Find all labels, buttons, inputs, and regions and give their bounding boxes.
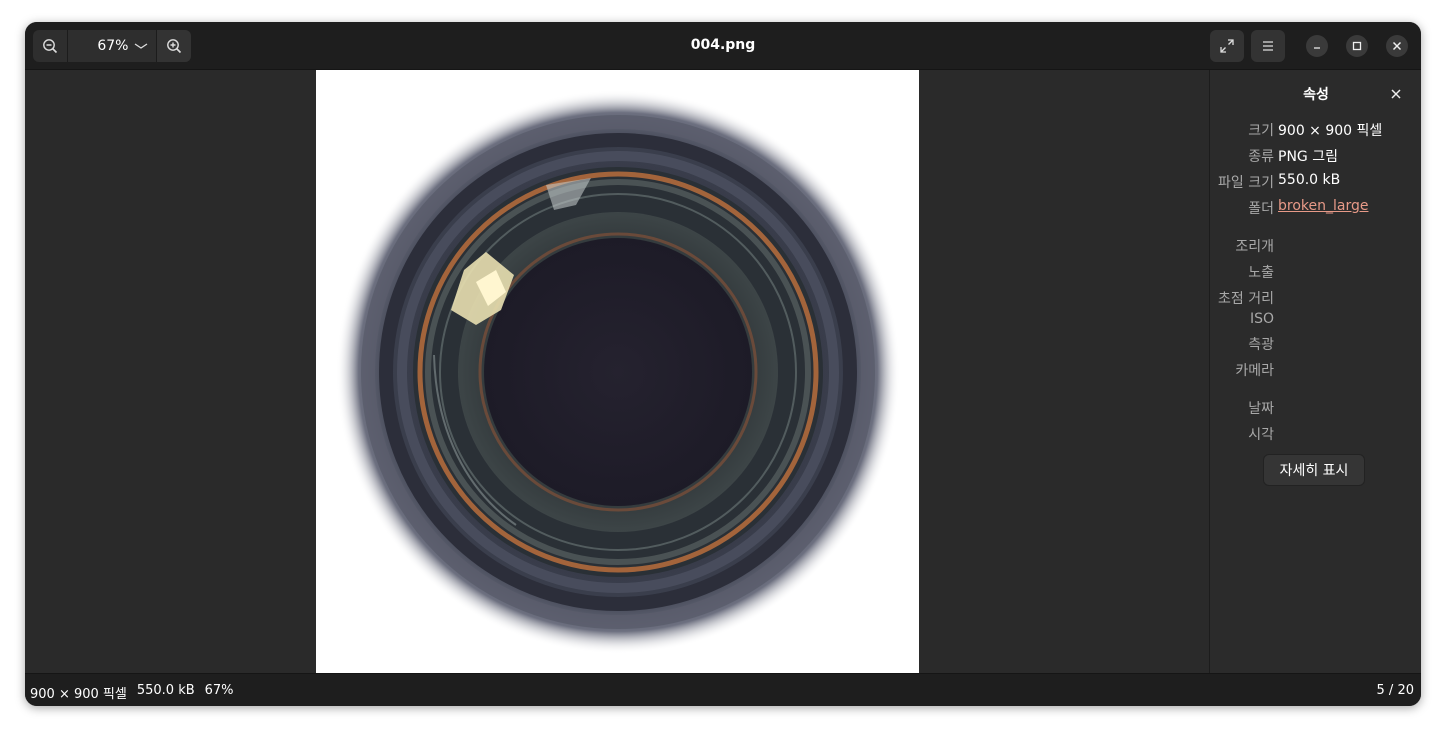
property-key: ISO: [1249, 311, 1274, 327]
status-dimensions: 900 × 900 픽셀: [30, 687, 127, 702]
close-window-button[interactable]: [1386, 35, 1408, 57]
property-row-exposure: 노출: [1210, 262, 1421, 282]
property-row-file-size: 파일 크기 550.0 kB: [1210, 172, 1421, 192]
zoom-level-label: 67%: [97, 38, 129, 54]
property-key: 노출: [1248, 265, 1274, 281]
property-key: 조리개: [1235, 239, 1274, 255]
minimize-icon: [1314, 47, 1320, 49]
property-value: PNG 그림: [1278, 149, 1338, 165]
close-icon: [1391, 89, 1401, 99]
header-bar: 67% 004.png: [25, 22, 1421, 70]
displayed-image: [316, 70, 919, 673]
property-key: 카메라: [1235, 363, 1274, 379]
properties-panel: 속성 크기 900 × 900 픽셀 종류 PNG 그림 파일 크기 550.0…: [1209, 70, 1421, 673]
zoom-controls: 67%: [33, 30, 191, 62]
maximize-button[interactable]: [1346, 35, 1368, 57]
close-icon: [1392, 41, 1402, 51]
zoom-in-button[interactable]: [156, 30, 191, 62]
property-value: 900 × 900 픽셀: [1278, 123, 1383, 139]
bottle-mouth-image: [336, 90, 900, 654]
show-details-button[interactable]: 자세히 표시: [1263, 454, 1365, 486]
property-row-size: 크기 900 × 900 픽셀: [1210, 120, 1421, 140]
property-key: 파일 크기: [1218, 175, 1274, 191]
minimize-button[interactable]: [1306, 35, 1328, 57]
status-zoom: 67%: [204, 683, 234, 698]
fullscreen-icon: [1220, 39, 1234, 53]
property-row-type: 종류 PNG 그림: [1210, 146, 1421, 166]
property-row-iso: ISO: [1210, 311, 1421, 331]
fullscreen-button[interactable]: [1210, 30, 1244, 62]
property-row-focal-length: 초점 거리: [1210, 288, 1421, 308]
chevron-down-icon: [135, 43, 148, 49]
close-properties-button[interactable]: [1386, 84, 1406, 104]
property-row-folder: 폴더 broken_large: [1210, 198, 1421, 218]
status-position: 5 / 20: [1376, 683, 1414, 698]
property-key: 폴더: [1248, 201, 1274, 217]
property-row-metering: 측광: [1210, 334, 1421, 354]
property-key: 측광: [1248, 337, 1274, 353]
property-row-aperture: 조리개: [1210, 236, 1421, 256]
property-key: 초점 거리: [1218, 291, 1274, 307]
folder-link[interactable]: broken_large: [1278, 198, 1368, 214]
zoom-level-dropdown[interactable]: 67%: [68, 30, 157, 62]
main-menu-button[interactable]: [1251, 30, 1285, 62]
status-bar: 900 × 900 픽셀 550.0 kB 67% 5 / 20: [25, 673, 1421, 706]
property-value: 550.0 kB: [1278, 172, 1341, 188]
image-viewport[interactable]: [25, 70, 1209, 673]
image-viewer-window: 67% 004.png 속성 크기 900 × 900 픽셀 종류 PNG 그림…: [25, 22, 1421, 706]
property-row-date: 날짜: [1210, 398, 1421, 418]
zoom-out-button[interactable]: [33, 30, 68, 62]
property-row-camera: 카메라: [1210, 360, 1421, 380]
property-key: 시각: [1248, 427, 1274, 443]
property-key: 종류: [1248, 149, 1274, 165]
zoom-out-icon: [42, 39, 57, 54]
property-row-time: 시각: [1210, 424, 1421, 444]
zoom-in-icon: [167, 39, 182, 54]
property-key: 크기: [1248, 123, 1274, 139]
status-file-size: 550.0 kB: [136, 683, 195, 698]
maximize-icon: [1352, 41, 1362, 51]
property-key: 날짜: [1248, 401, 1274, 417]
status-info: 900 × 900 픽셀 550.0 kB 67%: [30, 683, 234, 702]
hamburger-menu-icon: [1263, 41, 1273, 51]
